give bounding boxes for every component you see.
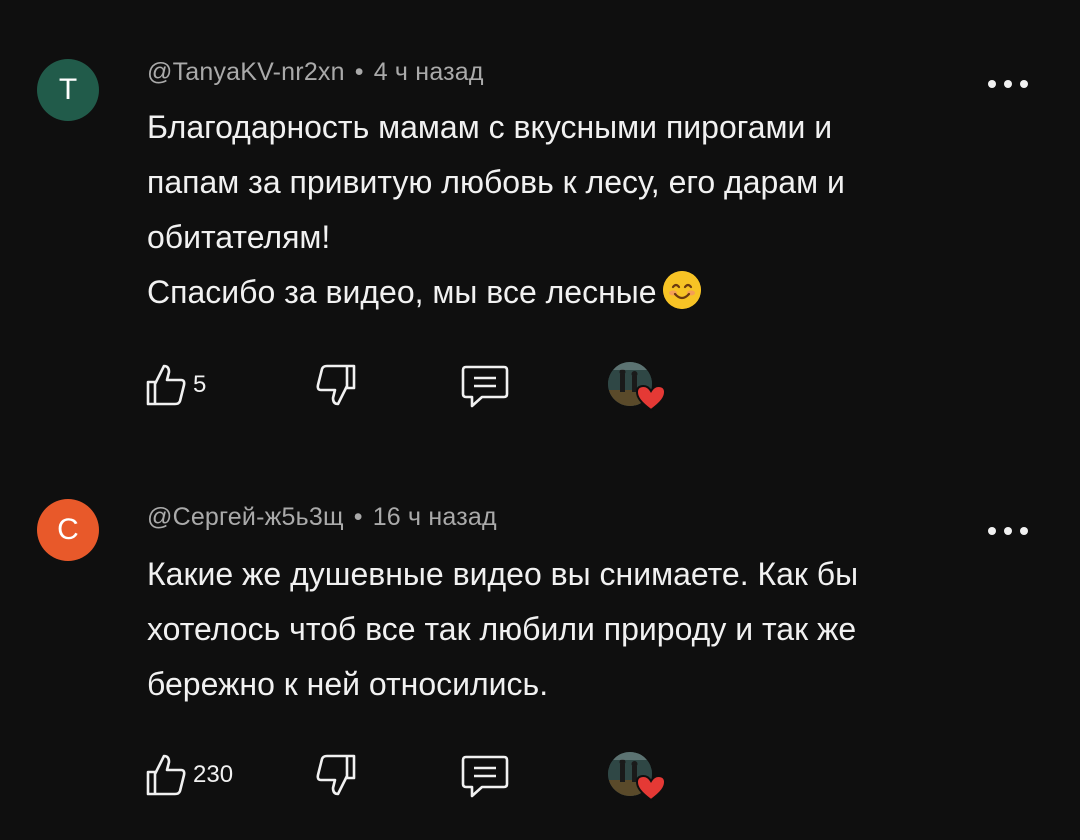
comment-actions: 5 <box>145 362 685 414</box>
avatar[interactable]: T <box>37 59 99 121</box>
comment-meta: @TanyaKV-nr2xn • 4 ч назад <box>147 58 484 87</box>
meta-separator: • <box>354 58 364 86</box>
comment-line: Благодарность мамам с вкусными пирогами … <box>147 109 833 145</box>
smiling-face-emoji-icon <box>662 271 701 309</box>
avatar-letter: T <box>58 73 78 106</box>
more-dot <box>1004 527 1012 535</box>
avatar-letter: C <box>57 513 79 546</box>
heart-icon <box>636 384 666 412</box>
reply-icon <box>461 365 509 408</box>
like-button[interactable]: 5 <box>145 362 206 408</box>
creator-heart-badge <box>608 362 670 414</box>
reply-button[interactable] <box>460 362 510 410</box>
more-vertical-icon <box>988 80 996 88</box>
comment-line: бережно к ней относились. <box>147 666 549 702</box>
more-options-button[interactable] <box>988 74 1028 94</box>
comment-meta: @Сергей-ж5ь3щ • 16 ч назад <box>147 503 497 532</box>
comment-time: 16 ч назад <box>372 503 497 531</box>
thumbs-up-icon <box>146 754 186 796</box>
more-vertical-icon <box>988 527 996 535</box>
like-button[interactable]: 230 <box>145 752 233 798</box>
comment-line: Какие же душевные видео вы снимаете. Как… <box>147 556 859 592</box>
comment-author[interactable]: @Сергей-ж5ь3щ <box>147 503 344 531</box>
comment-line: хотелось чтоб все так любили природу и т… <box>147 611 857 647</box>
more-dot <box>1020 80 1028 88</box>
reply-button[interactable] <box>460 752 510 800</box>
comment-line: Спасибо за видео, мы все лесные <box>147 274 657 310</box>
comment-line: папам за привитую любовь к лесу, его дар… <box>147 164 845 200</box>
comment-author[interactable]: @TanyaKV-nr2xn <box>147 58 345 86</box>
comment-actions: 230 <box>145 752 685 804</box>
dislike-button[interactable] <box>315 362 357 408</box>
meta-separator: • <box>353 503 363 531</box>
thumbs-down-icon <box>316 754 356 796</box>
more-dot <box>1004 80 1012 88</box>
comment-text: Какие же душевные видео вы снимаете. Как… <box>147 547 997 712</box>
comment-time: 4 ч назад <box>373 58 484 86</box>
avatar[interactable]: C <box>37 499 99 561</box>
comment-text: Благодарность мамам с вкусными пирогами … <box>147 100 997 320</box>
more-options-button[interactable] <box>988 521 1028 541</box>
more-dot <box>1020 527 1028 535</box>
comment-line: обитателям! <box>147 219 331 255</box>
comment-line-with-emoji: Спасибо за видео, мы все лесные <box>147 265 997 320</box>
creator-heart-badge <box>608 752 670 804</box>
thumbs-down-icon <box>316 364 356 406</box>
like-count: 230 <box>193 761 234 788</box>
dislike-button[interactable] <box>315 752 357 798</box>
like-count: 5 <box>193 371 207 398</box>
reply-icon <box>461 755 509 798</box>
thumbs-up-icon <box>146 364 186 406</box>
heart-icon <box>636 774 666 802</box>
